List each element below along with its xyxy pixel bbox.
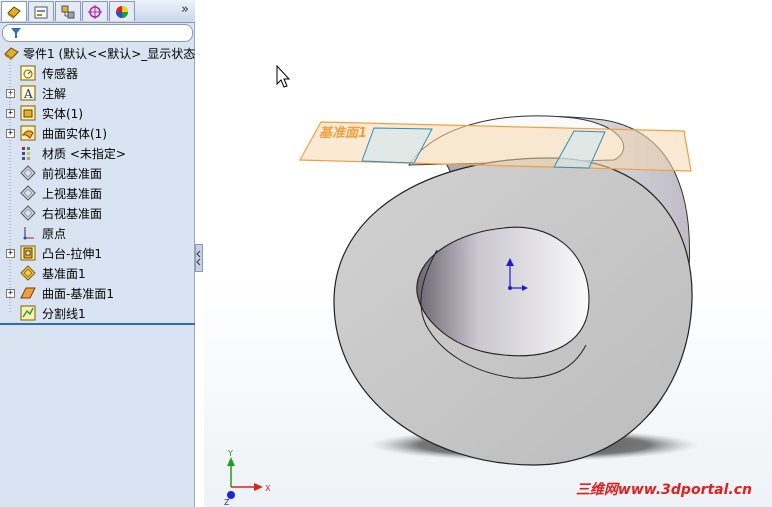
tree-item-label: 曲面-基准面1	[42, 286, 114, 301]
dimxpert-manager-tab[interactable]	[82, 1, 108, 21]
tree-item-label: 注解	[42, 86, 67, 101]
tree-item-label: 基准面1	[42, 266, 86, 281]
origin-icon	[23, 227, 34, 240]
feature-manager-tab[interactable]	[1, 1, 27, 21]
annotation-icon: A	[20, 85, 36, 101]
panel-tab-bar: »	[0, 0, 195, 23]
triad-x-label: X	[265, 484, 271, 493]
configuration-manager-icon	[61, 5, 75, 18]
property-manager-icon	[34, 6, 48, 18]
boss-extrude-icon	[20, 245, 36, 261]
tree-item-label: 前视基准面	[42, 166, 103, 181]
panel-splitter-handle[interactable]	[195, 244, 203, 272]
tree-item-solid-bodies[interactable]: + 实体(1)	[0, 103, 195, 123]
tree-connector-lines	[9, 53, 11, 313]
svg-text:A: A	[23, 87, 33, 101]
view-triad[interactable]: Y X Z	[224, 449, 271, 507]
feature-manager-panel: » 零件1 (默认<<默认>_显示状态 传感器 +	[0, 0, 195, 507]
plane-icon	[20, 185, 36, 201]
tree-item-label: 传感器	[42, 66, 79, 81]
property-manager-tab[interactable]	[28, 1, 54, 21]
plane1-label: 基准面1	[319, 125, 367, 141]
model-view: 基准面1 Y X Z	[224, 64, 699, 507]
filter-input[interactable]	[2, 24, 193, 42]
triad-z-label: Z	[224, 498, 230, 507]
tree-item-part[interactable]: 零件1 (默认<<默认>_显示状态	[0, 43, 195, 63]
display-manager-icon	[116, 5, 128, 18]
graphics-area[interactable]: 基准面1 Y X Z 三维网www.3dportal.cn	[204, 0, 772, 507]
tree-item-right-plane[interactable]: 右视基准面	[0, 203, 195, 223]
material-icon	[22, 147, 30, 160]
surface-body-icon	[20, 125, 36, 141]
feature-manager-icon	[7, 5, 21, 19]
tree-item-origin[interactable]: 原点	[0, 223, 195, 243]
plane-icon	[20, 205, 36, 221]
tree-item-annotations[interactable]: + A 注解	[0, 83, 195, 103]
tree-item-split-line[interactable]: 分割线1	[0, 303, 195, 323]
tree-item-plane1[interactable]: 基准面1	[0, 263, 195, 283]
tree-item-label: 实体(1)	[42, 106, 83, 121]
plane-icon	[20, 265, 36, 281]
tree-item-label: 右视基准面	[42, 206, 103, 221]
triad-y-label: Y	[227, 449, 233, 458]
tree-end-marker	[0, 323, 195, 325]
tree-item-planar-surface[interactable]: + 曲面-基准面1	[0, 283, 195, 303]
tree-item-label: 上视基准面	[42, 186, 103, 201]
solid-body-icon	[20, 105, 36, 121]
tree-item-label: 凸台-拉伸1	[42, 246, 102, 261]
display-manager-tab[interactable]	[109, 1, 135, 21]
plane1-preview[interactable]: 基准面1	[298, 121, 692, 172]
configuration-manager-tab[interactable]	[55, 1, 81, 21]
tree-item-front-plane[interactable]: 前视基准面	[0, 163, 195, 183]
mouse-cursor	[276, 64, 291, 88]
sensor-icon	[20, 65, 36, 81]
tree-item-label: 零件1 (默认<<默认>_显示状态	[23, 46, 195, 61]
dimxpert-icon	[88, 4, 102, 19]
plane-icon	[20, 165, 36, 181]
more-tabs-button[interactable]: »	[181, 2, 189, 17]
tree-item-surface-bodies[interactable]: + 曲面实体(1)	[0, 123, 195, 143]
tree-item-label: 曲面实体(1)	[42, 126, 107, 141]
filter-icon	[11, 28, 21, 38]
tree-item-boss-extrude[interactable]: + 凸台-拉伸1	[0, 243, 195, 263]
tree-item-label: 分割线1	[42, 306, 86, 321]
tree-item-top-plane[interactable]: 上视基准面	[0, 183, 195, 203]
watermark-text: 三维网www.3dportal.cn	[575, 482, 752, 498]
tree-item-label: 原点	[42, 226, 67, 241]
tree-item-material[interactable]: 材质 <未指定>	[0, 143, 195, 163]
planar-surface-icon	[20, 287, 36, 299]
collapse-arrows-icon	[196, 250, 201, 266]
split-line-icon	[20, 305, 36, 321]
tree-item-sensors[interactable]: 传感器	[0, 63, 195, 83]
tree-item-label: 材质 <未指定>	[42, 146, 126, 161]
